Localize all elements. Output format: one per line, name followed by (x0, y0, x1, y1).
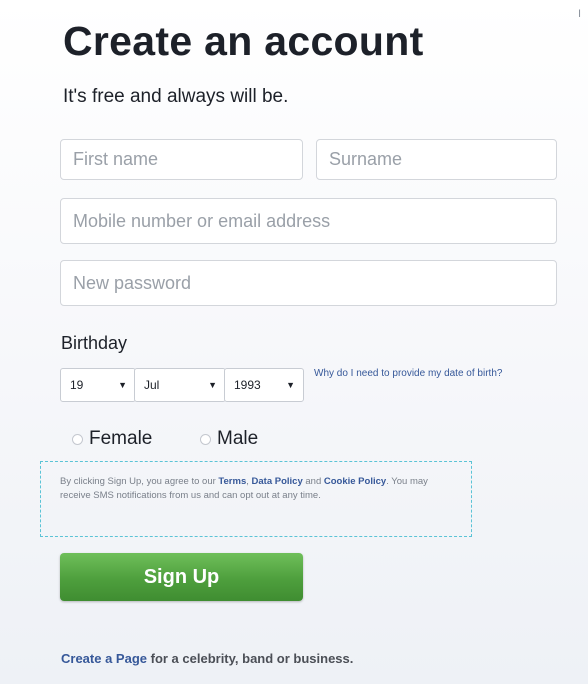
corner-mark: I (578, 8, 582, 20)
birthday-day-value: 19 (70, 378, 84, 392)
password-input[interactable] (60, 260, 557, 306)
signup-page: I Create an account It's free and always… (0, 0, 588, 684)
create-page-text: for a celebrity, band or business. (147, 651, 354, 666)
caret-down-icon: ▼ (208, 380, 217, 390)
cookie-policy-link[interactable]: Cookie Policy (324, 476, 386, 487)
male-label: Male (217, 428, 259, 449)
gender-male-option[interactable]: Male (200, 428, 258, 450)
create-page-line: Create a Page for a celebrity, band or b… (61, 651, 353, 666)
page-title: Create an account (63, 18, 424, 64)
data-policy-link[interactable]: Data Policy (252, 476, 303, 487)
terms-and: and (302, 476, 324, 487)
caret-down-icon: ▼ (118, 380, 127, 390)
create-page-link[interactable]: Create a Page (61, 651, 147, 666)
terms-text-part: By clicking Sign Up, you agree to our (60, 476, 219, 487)
female-radio[interactable] (72, 433, 83, 445)
why-birthday-link[interactable]: Why do I need to provide my date of birt… (314, 368, 504, 380)
caret-down-icon: ▼ (286, 380, 295, 390)
gender-female-option[interactable]: Female (72, 428, 152, 450)
birthday-day-select[interactable]: 19 ▼ (60, 368, 136, 402)
page-subtitle: It's free and always will be. (63, 86, 289, 107)
birthday-month-select[interactable]: Jul ▼ (134, 368, 226, 402)
terms-link[interactable]: Terms (218, 476, 246, 487)
surname-input[interactable] (316, 139, 557, 180)
contact-input[interactable] (60, 198, 557, 244)
birthday-month-value: Jul (144, 378, 160, 392)
male-radio[interactable] (200, 433, 211, 445)
female-label: Female (89, 428, 153, 449)
birthday-year-select[interactable]: 1993 ▼ (224, 368, 304, 402)
terms-text: By clicking Sign Up, you agree to our Te… (60, 475, 450, 503)
sign-up-button[interactable]: Sign Up (60, 553, 303, 601)
birthday-label: Birthday (61, 333, 128, 353)
birthday-year-value: 1993 (234, 378, 261, 392)
first-name-input[interactable] (60, 139, 303, 180)
